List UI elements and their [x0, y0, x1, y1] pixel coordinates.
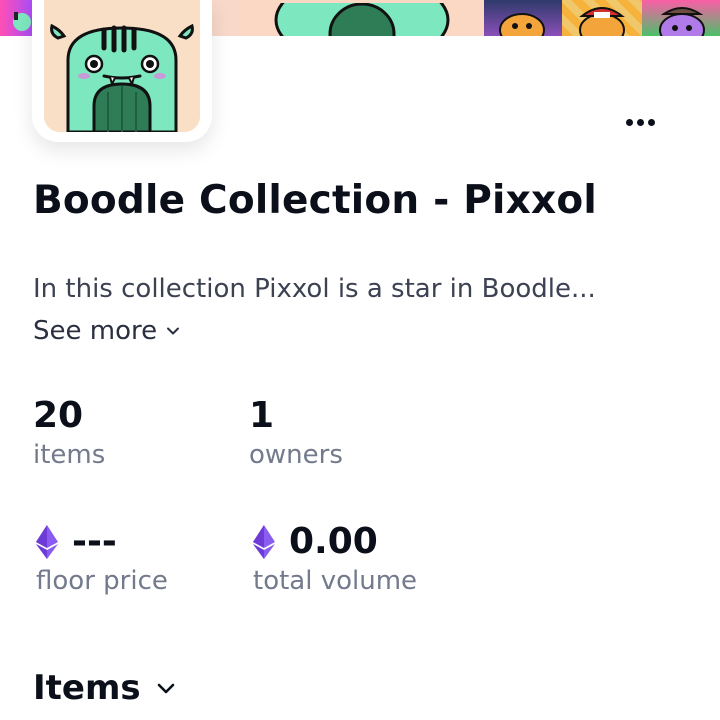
ethereum-icon [36, 525, 58, 559]
stat-items: 20 items [33, 395, 106, 471]
owners-label: owners [249, 440, 343, 470]
chevron-down-icon [167, 327, 180, 335]
stat-total-volume: 0.00 total volume [253, 522, 417, 596]
more-options-button[interactable] [612, 108, 668, 136]
stat-owners: 1 owners [249, 395, 343, 471]
see-more-button[interactable]: See more [33, 316, 181, 346]
stat-floor-price: --- floor price [36, 522, 168, 596]
see-more-label: See more [33, 316, 158, 346]
collection-avatar-card [32, 0, 212, 142]
items-count: 20 [33, 395, 84, 436]
banner-thumbnail [562, 0, 642, 36]
total-volume-label: total volume [253, 566, 418, 596]
banner-thumbnail [642, 0, 720, 36]
chevron-down-icon [157, 683, 174, 694]
owners-count: 1 [249, 395, 275, 436]
collection-title: Boodle Collection - Pixxol [33, 178, 597, 223]
collection-page: Boodle Collection - Pixxol In this colle… [0, 0, 720, 720]
banner-thumbnail [240, 0, 484, 36]
items-section-heading: Items [33, 668, 141, 708]
items-label: items [33, 440, 106, 470]
ethereum-icon [253, 525, 275, 559]
banner-thumbnail [0, 0, 36, 36]
floor-price-value: --- [72, 521, 117, 562]
total-volume-value: 0.00 [289, 521, 378, 562]
collection-avatar[interactable] [44, 0, 200, 132]
more-horizontal-icon [625, 118, 633, 126]
floor-price-label: floor price [36, 566, 168, 596]
collection-description: In this collection Pixxol is a star in B… [33, 274, 596, 304]
items-section-toggle[interactable]: Items [33, 668, 177, 708]
banner-thumbnail [484, 0, 562, 36]
